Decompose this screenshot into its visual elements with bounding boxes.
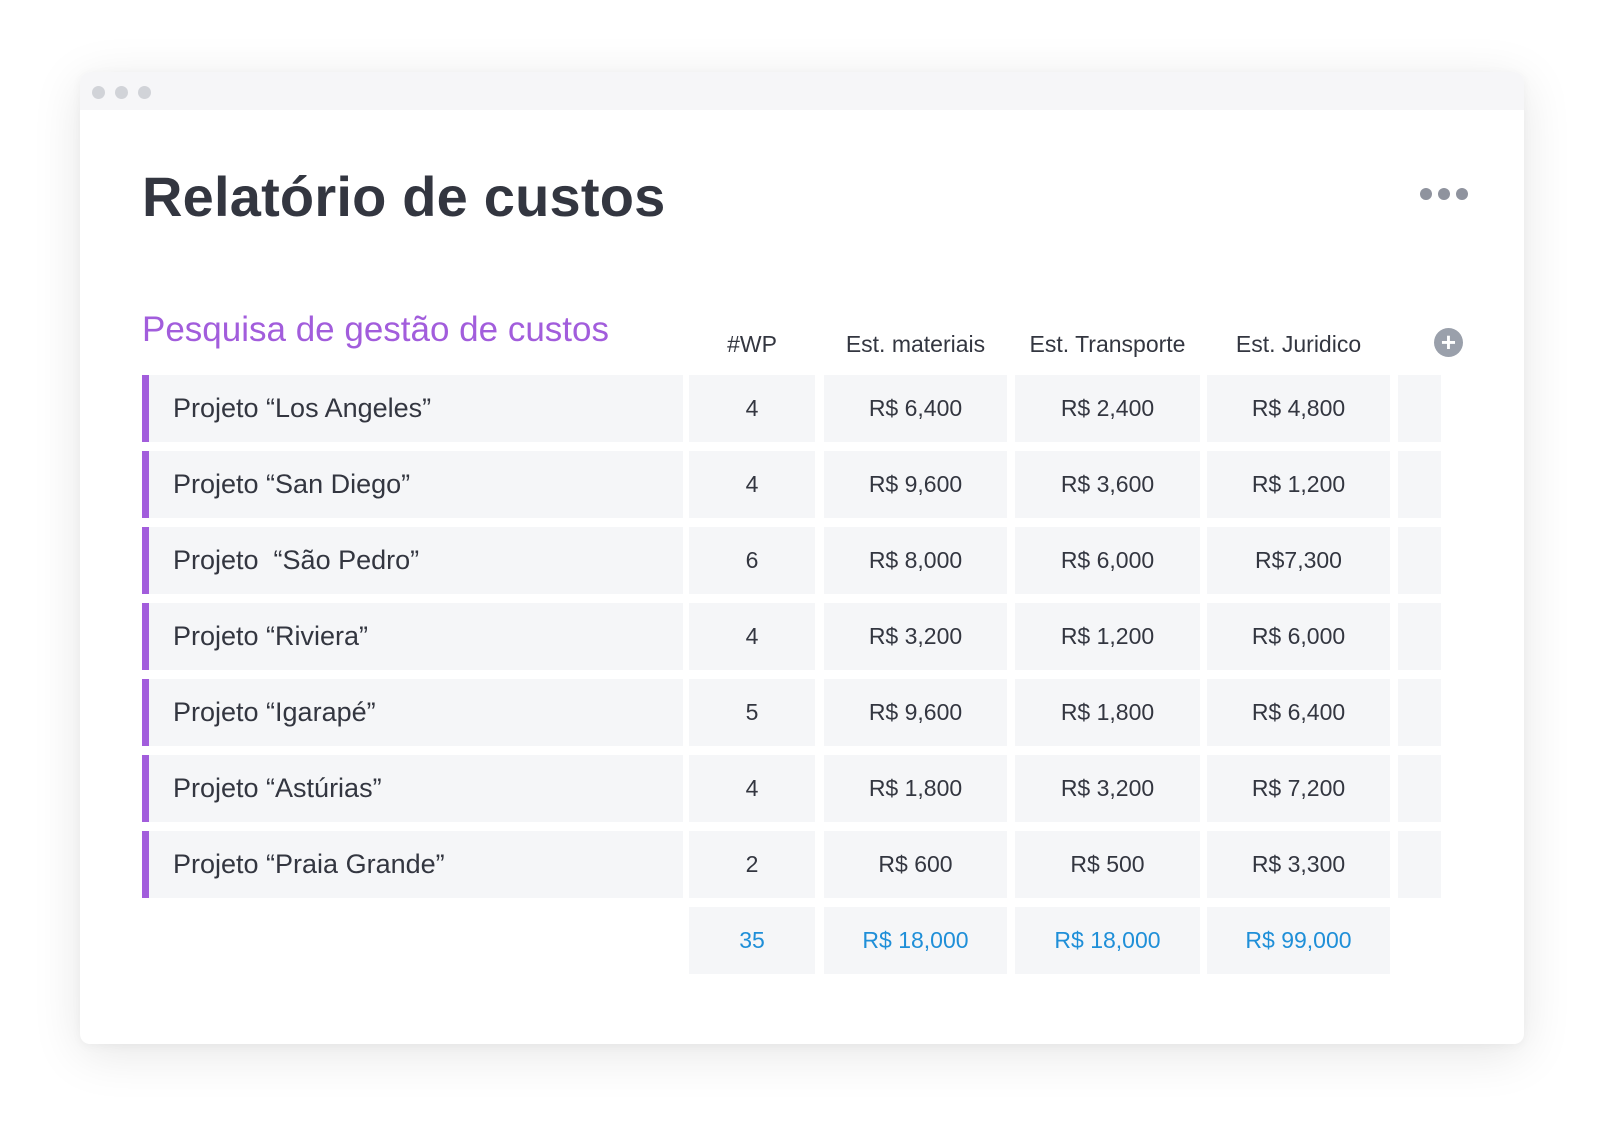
column-header-wp[interactable]: #WP: [689, 328, 815, 360]
materiais-cell[interactable]: R$ 9,600: [824, 451, 1007, 518]
more-dot: [1438, 188, 1450, 200]
table-row[interactable]: Projeto “Los Angeles” 4 R$ 6,400 R$ 2,40…: [142, 375, 1442, 442]
row-name-cell[interactable]: Projeto “Riviera”: [142, 603, 683, 670]
materiais-cell[interactable]: R$ 600: [824, 831, 1007, 898]
empty-column-cell[interactable]: [1398, 755, 1441, 822]
more-menu-icon[interactable]: [1420, 182, 1468, 206]
table-row[interactable]: Projeto “Astúrias” 4 R$ 1,800 R$ 3,200 R…: [142, 755, 1442, 822]
juridico-cell[interactable]: R$ 3,300: [1207, 831, 1390, 898]
transporte-cell[interactable]: R$ 3,200: [1015, 755, 1200, 822]
transporte-cell[interactable]: R$ 500: [1015, 831, 1200, 898]
empty-column-cell[interactable]: [1398, 527, 1441, 594]
empty-column-cell[interactable]: [1398, 451, 1441, 518]
wp-cell[interactable]: 2: [689, 831, 815, 898]
total-transporte: R$ 18,000: [1015, 907, 1200, 974]
window-control-dot[interactable]: [115, 86, 128, 99]
transporte-cell[interactable]: R$ 3,600: [1015, 451, 1200, 518]
table-row[interactable]: Projeto “San Diego” 4 R$ 9,600 R$ 3,600 …: [142, 451, 1442, 518]
window-titlebar: [80, 72, 1524, 110]
juridico-cell[interactable]: R$7,300: [1207, 527, 1390, 594]
materiais-cell[interactable]: R$ 3,200: [824, 603, 1007, 670]
page-background: Relatório de custos Pesquisa de gestão d…: [0, 0, 1600, 1130]
wp-cell[interactable]: 4: [689, 603, 815, 670]
empty-column-cell[interactable]: [1398, 679, 1441, 746]
more-dot: [1456, 188, 1468, 200]
empty-column-cell[interactable]: [1398, 831, 1441, 898]
app-window: Relatório de custos Pesquisa de gestão d…: [80, 72, 1524, 1044]
juridico-cell[interactable]: R$ 6,000: [1207, 603, 1390, 670]
row-name-cell[interactable]: Projeto “Praia Grande”: [142, 831, 683, 898]
total-materiais: R$ 18,000: [824, 907, 1007, 974]
window-control-dot[interactable]: [138, 86, 151, 99]
group-title[interactable]: Pesquisa de gestão de custos: [142, 310, 609, 350]
more-dot: [1420, 188, 1432, 200]
materiais-cell[interactable]: R$ 1,800: [824, 755, 1007, 822]
total-juridico: R$ 99,000: [1207, 907, 1390, 974]
table-row[interactable]: Projeto “Riviera” 4 R$ 3,200 R$ 1,200 R$…: [142, 603, 1442, 670]
transporte-cell[interactable]: R$ 1,200: [1015, 603, 1200, 670]
row-name-cell[interactable]: Projeto “Igarapé”: [142, 679, 683, 746]
wp-cell[interactable]: 4: [689, 755, 815, 822]
window-control-dot[interactable]: [92, 86, 105, 99]
wp-cell[interactable]: 5: [689, 679, 815, 746]
materiais-cell[interactable]: R$ 8,000: [824, 527, 1007, 594]
column-header-juridico[interactable]: Est. Juridico: [1207, 328, 1390, 360]
transporte-cell[interactable]: R$ 6,000: [1015, 527, 1200, 594]
wp-cell[interactable]: 4: [689, 451, 815, 518]
wp-cell[interactable]: 4: [689, 375, 815, 442]
row-name-cell[interactable]: Projeto “Astúrias”: [142, 755, 683, 822]
transporte-cell[interactable]: R$ 1,800: [1015, 679, 1200, 746]
column-header-transporte[interactable]: Est. Transporte: [1015, 328, 1200, 360]
materiais-cell[interactable]: R$ 6,400: [824, 375, 1007, 442]
totals-row: 35 R$ 18,000 R$ 18,000 R$ 99,000: [142, 907, 1442, 974]
empty-column-cell[interactable]: [1398, 375, 1441, 442]
table-row[interactable]: Projeto “São Pedro” 6 R$ 8,000 R$ 6,000 …: [142, 527, 1442, 594]
add-column-icon[interactable]: +: [1434, 328, 1463, 357]
juridico-cell[interactable]: R$ 1,200: [1207, 451, 1390, 518]
row-name-cell[interactable]: Projeto “São Pedro”: [142, 527, 683, 594]
table-row[interactable]: Projeto “Praia Grande” 2 R$ 600 R$ 500 R…: [142, 831, 1442, 898]
juridico-cell[interactable]: R$ 6,400: [1207, 679, 1390, 746]
row-name-cell[interactable]: Projeto “Los Angeles”: [142, 375, 683, 442]
page-title: Relatório de custos: [142, 165, 666, 228]
juridico-cell[interactable]: R$ 7,200: [1207, 755, 1390, 822]
juridico-cell[interactable]: R$ 4,800: [1207, 375, 1390, 442]
total-wp: 35: [689, 907, 815, 974]
wp-cell[interactable]: 6: [689, 527, 815, 594]
transporte-cell[interactable]: R$ 2,400: [1015, 375, 1200, 442]
empty-column-cell[interactable]: [1398, 603, 1441, 670]
table-row[interactable]: Projeto “Igarapé” 5 R$ 9,600 R$ 1,800 R$…: [142, 679, 1442, 746]
row-name-cell[interactable]: Projeto “San Diego”: [142, 451, 683, 518]
table-body: Projeto “Los Angeles” 4 R$ 6,400 R$ 2,40…: [142, 375, 1442, 974]
materiais-cell[interactable]: R$ 9,600: [824, 679, 1007, 746]
column-header-materiais[interactable]: Est. materiais: [824, 328, 1007, 360]
